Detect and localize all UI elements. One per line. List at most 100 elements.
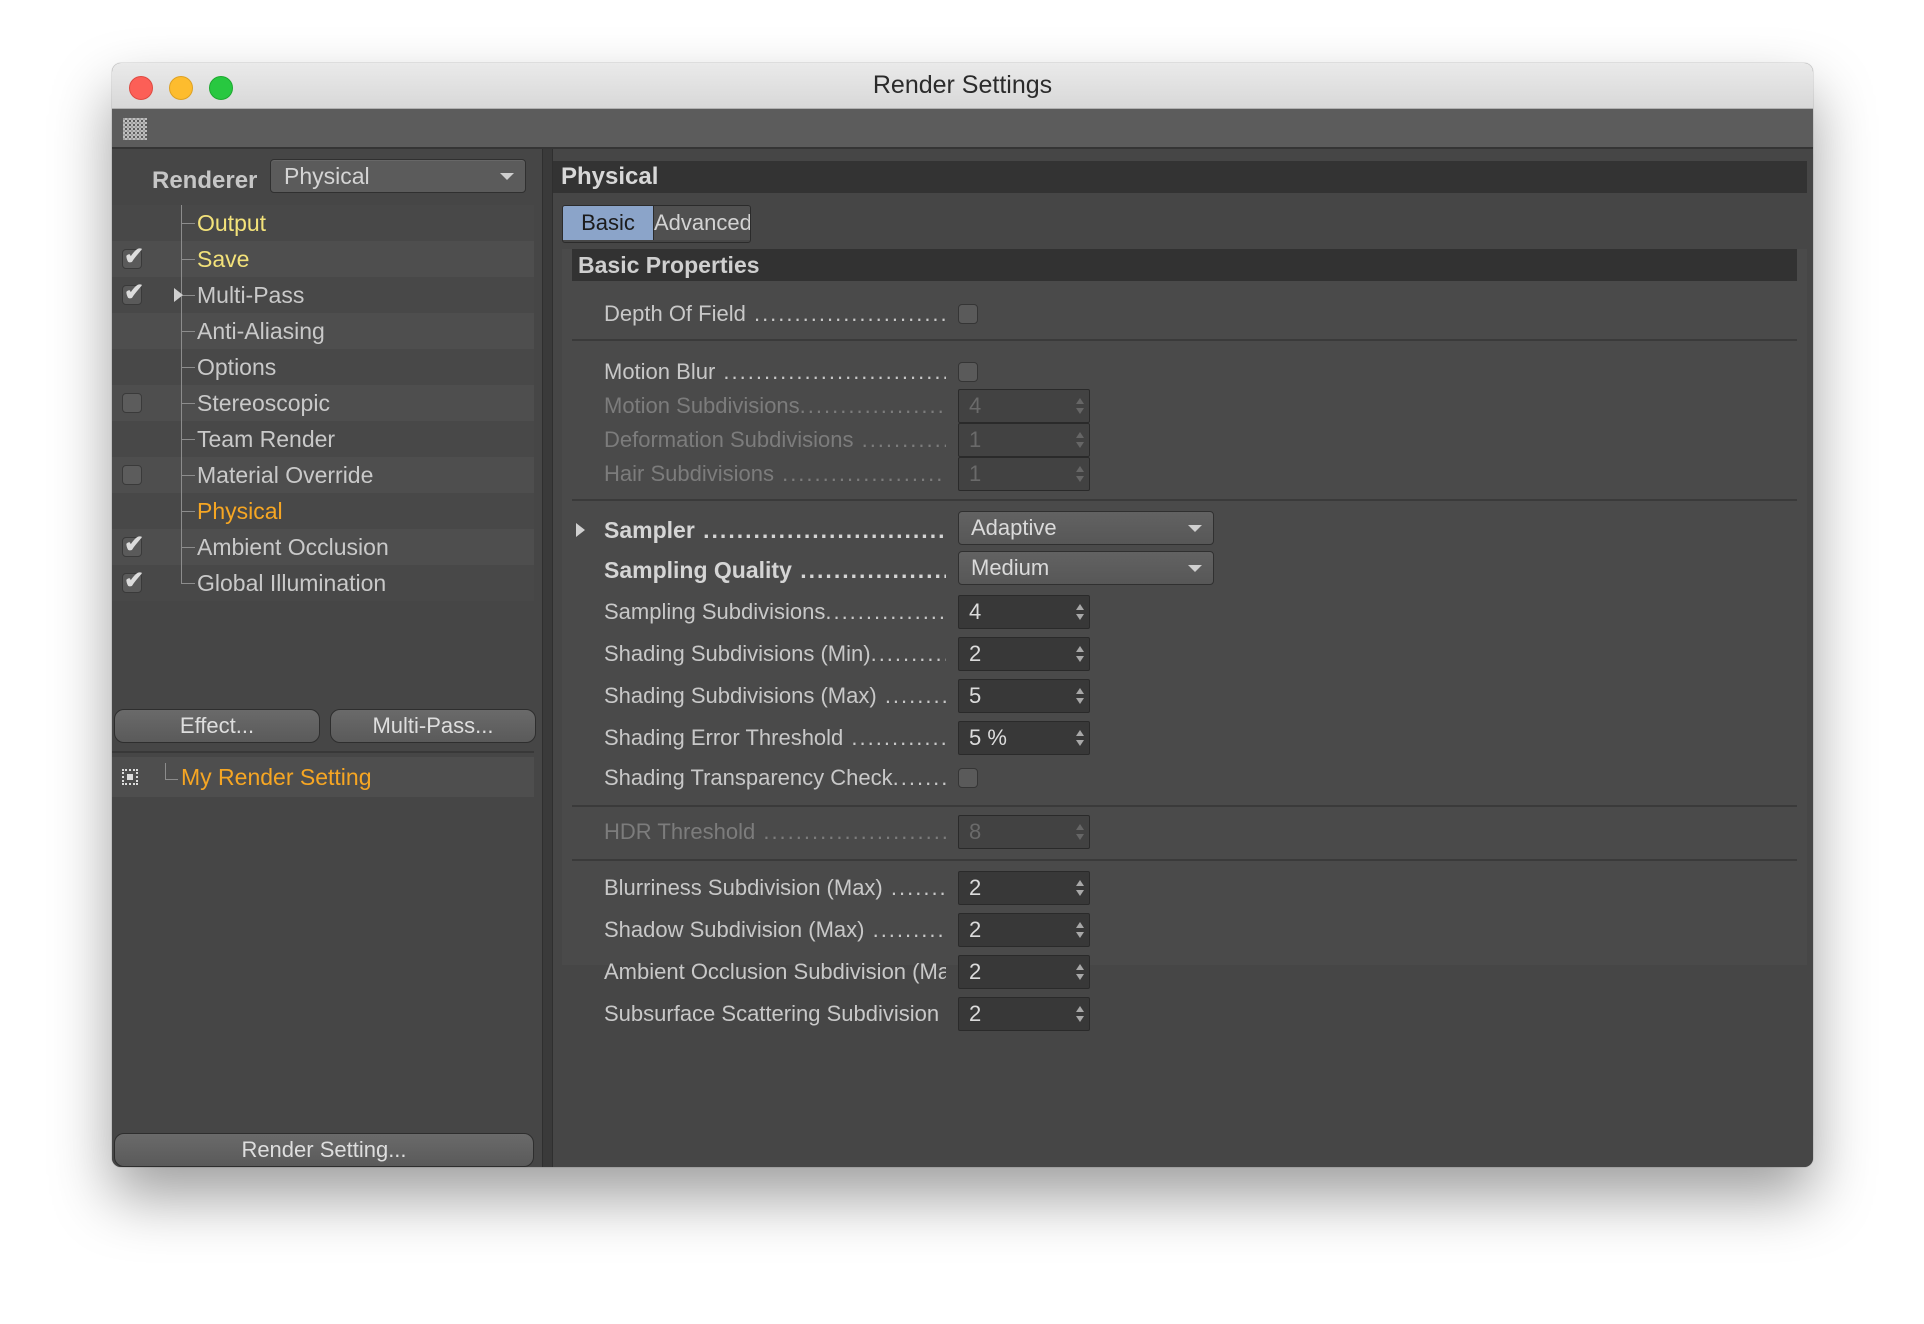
chevron-down-icon — [1188, 565, 1202, 572]
tab-advanced[interactable]: Advanced — [653, 206, 750, 240]
sampling-quality-dropdown[interactable]: Medium — [958, 551, 1214, 585]
render-setting-item[interactable]: My Render Setting — [112, 757, 534, 797]
tree-item-physical[interactable]: Physical — [112, 493, 534, 529]
tree-item-label: Team Render — [197, 426, 336, 452]
tree-item-output[interactable]: Output — [112, 205, 534, 241]
shading-transparency-checkbox[interactable] — [958, 768, 978, 788]
motion-blur-checkbox[interactable] — [958, 362, 978, 382]
tab-bar: Basic Advanced — [562, 205, 751, 243]
tree-item-options[interactable]: Options — [112, 349, 534, 385]
renderer-value: Physical — [284, 163, 370, 189]
stepper-arrows-icon — [1076, 824, 1084, 842]
motion-subdivisions-value: 4 — [969, 393, 982, 418]
shadow-field[interactable]: 2 — [958, 913, 1090, 947]
checkmark-icon: ✔ — [124, 531, 145, 558]
chevron-down-icon — [1188, 525, 1202, 532]
hdr-threshold-field: 8 — [958, 815, 1090, 849]
shading-transparency-row: Shading Transparency Check..............… — [562, 761, 1807, 795]
toolbar — [112, 109, 1813, 149]
shading-subdivisions-max-field[interactable]: 5 — [958, 679, 1090, 713]
renderer-dropdown[interactable]: Physical — [270, 159, 526, 193]
shading-subdivisions-max-label: Shading Subdivisions (Max) — [604, 683, 877, 708]
tree-item-save[interactable]: ✔ Save — [112, 241, 534, 277]
sampling-subdivisions-field[interactable]: 4 — [958, 595, 1090, 629]
blurriness-value: 2 — [969, 875, 982, 900]
sss-subdivision-label: Subsurface Scattering Subdivision (Max) — [604, 1001, 946, 1026]
section-title: Basic Properties — [572, 249, 1797, 281]
tree-item-material-override[interactable]: Material Override — [112, 457, 534, 493]
tree-item-global-illumination[interactable]: ✔ Global Illumination — [112, 565, 534, 601]
tab-basic[interactable]: Basic — [563, 206, 653, 240]
shading-error-threshold-value: 5 % — [969, 725, 1007, 750]
basic-properties-group: Basic Properties Depth Of Field ........… — [562, 249, 1807, 1031]
panel-header: Physical — [553, 161, 1807, 193]
tree-checkbox[interactable]: ✔ — [122, 569, 144, 593]
sampler-dropdown[interactable]: Adaptive — [958, 511, 1214, 545]
tree-item-ambient-occlusion[interactable]: ✔ Ambient Occlusion — [112, 529, 534, 565]
tree-item-multi-pass[interactable]: ✔ Multi-Pass — [112, 277, 534, 313]
stepper-arrows-icon[interactable] — [1076, 730, 1084, 748]
tree-item-label: Ambient Occlusion — [197, 534, 389, 560]
tree-item-anti-aliasing[interactable]: Anti-Aliasing — [112, 313, 534, 349]
window-title: Render Settings — [872, 71, 1053, 99]
stepper-arrows-icon[interactable] — [1076, 880, 1084, 898]
expand-arrow-icon[interactable] — [174, 288, 183, 302]
sss-subdivision-value: 2 — [969, 1001, 982, 1026]
tree-checkbox[interactable] — [122, 465, 142, 485]
shading-error-threshold-field[interactable]: 5 % — [958, 721, 1090, 755]
stepper-arrows-icon[interactable] — [1076, 604, 1084, 622]
blurriness-field[interactable]: 2 — [958, 871, 1090, 905]
stepper-arrows-icon[interactable] — [1076, 964, 1084, 982]
chevron-down-icon — [500, 173, 514, 180]
effect-button[interactable]: Effect... — [114, 709, 320, 743]
tree-checkbox[interactable] — [122, 393, 142, 413]
shading-subdivisions-min-label: Shading Subdivisions (Min) — [604, 641, 871, 666]
deformation-subdivisions-value: 1 — [969, 427, 982, 452]
depth-of-field-label: Depth Of Field — [604, 301, 746, 326]
checkmark-icon: ✔ — [124, 243, 145, 270]
separator — [572, 859, 1797, 861]
tree-branch — [181, 547, 195, 548]
stepper-arrows-icon[interactable] — [1076, 922, 1084, 940]
sampler-label: Sampler — [604, 517, 695, 543]
render-setting-button[interactable]: Render Setting... — [114, 1133, 534, 1167]
ao-subdivision-row: Ambient Occlusion Subdivision (Max) ....… — [562, 955, 1807, 989]
shadow-value: 2 — [969, 917, 982, 942]
grip-handle-icon[interactable] — [123, 118, 147, 140]
tree-checkbox[interactable]: ✔ — [122, 281, 144, 305]
hdr-threshold-label: HDR Threshold — [604, 819, 756, 844]
shading-subdivisions-max-row: Shading Subdivisions (Max) .............… — [562, 679, 1807, 713]
depth-of-field-checkbox[interactable] — [958, 304, 978, 324]
disclosure-triangle-icon[interactable] — [576, 523, 585, 537]
stepper-arrows-icon[interactable] — [1076, 646, 1084, 664]
motion-subdivisions-row: Motion Subdivisions.....................… — [562, 389, 1807, 423]
tree-item-stereoscopic[interactable]: Stereoscopic — [112, 385, 534, 421]
tree-item-team-render[interactable]: Team Render — [112, 421, 534, 457]
tree-branch — [181, 511, 195, 512]
render-setting-name: My Render Setting — [181, 764, 372, 790]
separator — [572, 339, 1797, 341]
shadow-label: Shadow Subdivision (Max) — [604, 917, 865, 942]
shading-subdivisions-min-field[interactable]: 2 — [958, 637, 1090, 671]
ao-subdivision-field[interactable]: 2 — [958, 955, 1090, 989]
motion-blur-row: Motion Blur ............................… — [562, 355, 1807, 389]
hdr-threshold-row: HDR Threshold ..........................… — [562, 815, 1807, 849]
sampler-value: Adaptive — [971, 515, 1057, 540]
tree-line — [181, 565, 182, 583]
panel-divider[interactable] — [542, 149, 553, 1167]
right-panel: Physical Basic Advanced Basic Properties… — [553, 149, 1813, 1167]
tree-item-label: Physical — [197, 498, 283, 524]
stepper-arrows-icon[interactable] — [1076, 688, 1084, 706]
ao-subdivision-value: 2 — [969, 959, 982, 984]
stepper-arrows-icon[interactable] — [1076, 1006, 1084, 1024]
sampling-quality-row: Sampling Quality .......................… — [562, 551, 1807, 587]
sss-subdivision-field[interactable]: 2 — [958, 997, 1090, 1031]
ao-subdivision-label: Ambient Occlusion Subdivision (Max) — [604, 959, 946, 984]
tree-checkbox[interactable]: ✔ — [122, 533, 144, 557]
deformation-subdivisions-field: 1 — [958, 423, 1090, 457]
checkmark-icon: ✔ — [124, 567, 145, 594]
tree-checkbox[interactable]: ✔ — [122, 245, 144, 269]
tree-branch — [181, 403, 195, 404]
tree-item-label: Anti-Aliasing — [197, 318, 325, 344]
multi-pass-button[interactable]: Multi-Pass... — [330, 709, 536, 743]
